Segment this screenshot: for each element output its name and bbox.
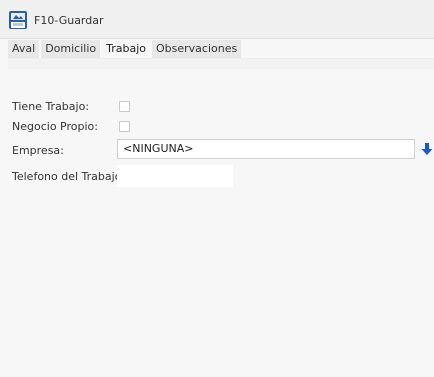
negocio-propio-label: Negocio Propio: — [12, 120, 98, 133]
tab-bar: Aval Domicilio Trabajo Observaciones — [8, 40, 243, 58]
empresa-label: Empresa: — [12, 144, 64, 157]
tab-trabajo[interactable]: Trabajo — [102, 40, 150, 58]
tiene-trabajo-checkbox[interactable] — [119, 101, 130, 112]
empresa-field[interactable]: <NINGUNA> — [117, 139, 415, 159]
tab-aval[interactable]: Aval — [8, 40, 40, 58]
save-button-label: F10-Guardar — [34, 13, 104, 27]
tab-label: Aval — [12, 42, 36, 55]
tab-label: Domicilio — [45, 42, 97, 55]
negocio-propio-checkbox[interactable] — [119, 121, 130, 132]
panel-header-band — [8, 59, 434, 69]
tab-domicilio[interactable]: Domicilio — [41, 40, 101, 58]
form-window: F10-Guardar Aval Domicilio Trabajo Obser… — [0, 0, 434, 377]
toolbar: F10-Guardar — [0, 0, 434, 39]
tab-label: Observaciones — [155, 42, 238, 55]
empresa-dropdown-button[interactable] — [419, 139, 434, 159]
tab-label: Trabajo — [106, 42, 146, 55]
save-button[interactable]: F10-Guardar — [8, 8, 104, 32]
arrow-down-icon — [421, 143, 432, 155]
save-icon — [9, 11, 27, 29]
tiene-trabajo-label: Tiene Trabajo: — [12, 100, 90, 113]
telefono-input[interactable] — [117, 165, 233, 187]
telefono-label: Telefono del Trabajo: — [12, 170, 126, 183]
tab-observaciones[interactable]: Observaciones — [151, 40, 242, 58]
